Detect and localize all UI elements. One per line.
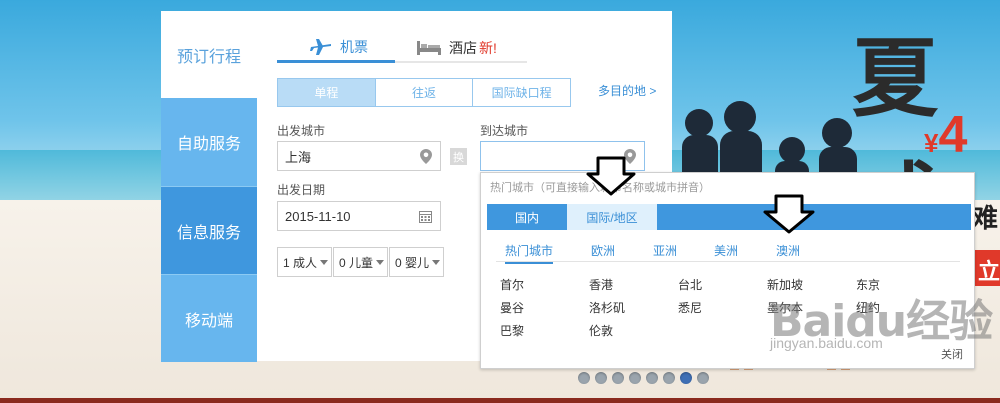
trip-open-jaw[interactable]: 国际缺口程 — [472, 79, 571, 106]
nav-title[interactable]: 预订行程 — [161, 11, 257, 98]
carousel-dot[interactable] — [663, 372, 675, 384]
calendar-icon — [419, 211, 432, 223]
city-option[interactable]: 曼谷 — [500, 299, 524, 316]
bottom-divider — [0, 398, 1000, 403]
promo-tag[interactable]: 立 — [972, 250, 1000, 286]
tab-flight-label: 机票 — [340, 38, 368, 55]
multi-destination-link[interactable]: 多目的地 > — [598, 82, 656, 99]
promo-price: ¥4 — [924, 105, 967, 165]
adult-count-value: 1 成人 — [283, 255, 318, 270]
infant-count-select[interactable]: 0 婴儿 — [389, 247, 444, 277]
down-arrow-annotation-icon — [586, 156, 636, 196]
down-arrow-annotation-icon — [763, 194, 815, 234]
carousel-dot[interactable] — [629, 372, 641, 384]
region-america[interactable]: 美洲 — [714, 242, 738, 259]
region-asia[interactable]: 亚洲 — [653, 242, 677, 259]
swap-cities-button[interactable]: 换 — [450, 148, 467, 165]
trip-round-trip[interactable]: 往返 — [374, 79, 473, 106]
plane-icon — [310, 38, 331, 55]
carousel-dot[interactable] — [595, 372, 607, 384]
nav-item-mobile[interactable]: 移动端 — [161, 274, 257, 362]
product-tabs: 机票 酒店 新! — [277, 33, 527, 63]
carousel-indicators — [578, 372, 709, 384]
trip-one-way[interactable]: 单程 — [278, 79, 375, 106]
tab-international[interactable]: 国际/地区 — [567, 204, 657, 230]
city-option[interactable]: 首尔 — [500, 276, 524, 293]
nav-item-self-service[interactable]: 自助服务 — [161, 98, 257, 186]
city-option[interactable]: 悉尼 — [678, 299, 702, 316]
depart-city-field[interactable]: 上海 — [277, 141, 441, 171]
caret-down-icon — [320, 259, 329, 265]
carousel-dot[interactable] — [697, 372, 709, 384]
city-option[interactable]: 巴黎 — [500, 322, 524, 339]
region-oceania[interactable]: 澳洲 — [776, 242, 800, 259]
tab-hotel-label: 酒店 — [449, 40, 477, 56]
city-option[interactable]: 洛杉矶 — [589, 299, 625, 316]
bed-icon — [417, 41, 441, 55]
caret-down-icon — [432, 259, 441, 265]
tab-hotel[interactable]: 酒店 新! — [417, 33, 497, 63]
depart-city-label: 出发城市 — [277, 124, 326, 138]
promo-currency: ¥ — [924, 128, 939, 158]
carousel-dot[interactable] — [612, 372, 624, 384]
caret-down-icon — [376, 259, 385, 265]
depart-date-value: 2015-11-10 — [285, 208, 351, 224]
promo-side-text: 难 — [972, 203, 999, 233]
city-option[interactable]: 伦敦 — [589, 322, 613, 339]
carousel-dot[interactable] — [578, 372, 590, 384]
new-badge: 新! — [479, 40, 497, 56]
carousel-dot-active[interactable] — [680, 372, 692, 384]
location-pin-icon — [420, 149, 432, 164]
city-option[interactable]: 台北 — [678, 276, 702, 293]
region-europe[interactable]: 欧洲 — [591, 242, 615, 259]
region-hot[interactable]: 热门城市 — [505, 242, 554, 264]
carousel-dot[interactable] — [646, 372, 658, 384]
trip-type-selector: 单程 往返 国际缺口程 — [277, 78, 571, 107]
child-count-value: 0 儿童 — [339, 255, 374, 270]
promo-price-value: 4 — [938, 106, 968, 164]
left-navigation: 预订行程 自助服务 信息服务 移动端 — [161, 11, 257, 362]
depart-city-value: 上海 — [285, 149, 312, 165]
arrive-city-label: 到达城市 — [480, 124, 529, 138]
tab-flight[interactable]: 机票 — [277, 33, 395, 63]
city-picker-tabs: 国内 国际/地区 — [487, 204, 971, 230]
depart-date-field[interactable]: 2015-11-10 — [277, 201, 441, 231]
city-option[interactable]: 香港 — [589, 276, 613, 293]
depart-date-label: 出发日期 — [277, 183, 326, 197]
infant-count-value: 0 婴儿 — [395, 255, 430, 270]
region-tabs: 热门城市 欧洲 亚洲 美洲 澳洲 — [496, 240, 960, 264]
nav-item-info-service[interactable]: 信息服务 — [161, 186, 257, 274]
child-count-select[interactable]: 0 儿童 — [333, 247, 388, 277]
tab-domestic[interactable]: 国内 — [487, 204, 567, 230]
adult-count-select[interactable]: 1 成人 — [277, 247, 332, 277]
watermark-url: jingyan.baidu.com — [770, 335, 883, 351]
